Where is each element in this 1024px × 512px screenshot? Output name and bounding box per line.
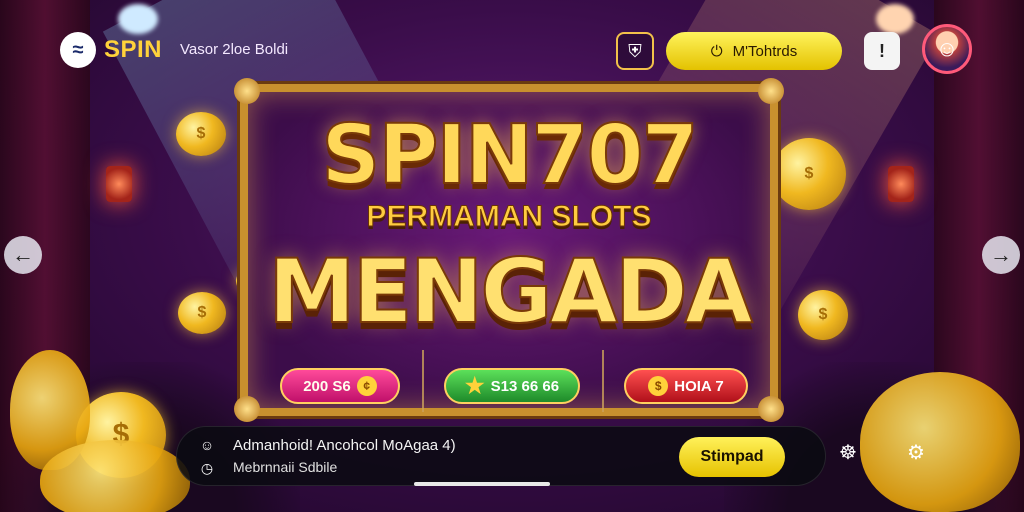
star-icon: ★	[464, 373, 485, 398]
frame-ornament	[234, 396, 260, 422]
coin-icon: $	[178, 292, 226, 334]
badge-label: 200 S6	[303, 377, 351, 395]
flower-right	[860, 372, 1020, 512]
coin-icon: $	[798, 290, 848, 340]
notification-title: Admanhoid! Ancohcol MoAgaa 4)	[233, 437, 456, 454]
avatar-icon: ☺	[935, 36, 959, 61]
bug-icon: ☸	[839, 441, 857, 464]
flower-left-petal	[40, 440, 190, 512]
avatar[interactable]: ☺	[922, 24, 972, 74]
frame-ornament	[758, 78, 784, 104]
coin-icon: $	[176, 112, 226, 156]
header-cta-button[interactable]: ⏻ M'Tohtrds	[666, 32, 842, 70]
divider	[602, 350, 604, 412]
logo-text: SPIN	[104, 36, 163, 63]
banner-headline: MENGADA	[267, 239, 754, 344]
arrow-right-icon: →	[990, 242, 1012, 267]
coin-icon: $	[772, 138, 846, 210]
frame-ornament	[234, 78, 260, 104]
lantern-left	[106, 166, 132, 202]
spotlight-left	[118, 4, 158, 34]
bottom-notification-bar: ☺ ◷ Admanhoid! Ancohcol MoAgaa 4) Mebrnn…	[176, 426, 826, 486]
shield-check-button[interactable]: ⛨	[616, 32, 654, 70]
coin-icon: $	[648, 376, 669, 396]
bottom-icons: ☺ ◷	[197, 437, 217, 477]
next-arrow-button[interactable]: →	[982, 236, 1020, 274]
arrow-left-icon: ←	[12, 242, 34, 267]
header-cta-label: M'Tohtrds	[732, 42, 798, 60]
frame-ornament	[758, 396, 784, 422]
power-icon: ⏻	[710, 42, 723, 60]
coin-icon: ¢	[356, 376, 377, 396]
badge-label: S13 66 66	[490, 377, 560, 395]
badge-reward[interactable]: $ HOIA 7	[624, 368, 748, 404]
notification-action-button[interactable]: Stimpad	[679, 437, 785, 477]
home-indicator[interactable]	[414, 482, 550, 486]
clock-icon: ◷	[200, 460, 214, 476]
promo-banner[interactable]: SPIN707 PERMAMAN SLOTS MENGADA 200 S6 ¢ …	[234, 78, 784, 422]
header-tagline: Vasor 2loe Boldi	[180, 41, 289, 58]
lantern-right	[888, 166, 914, 202]
banner-title: SPIN707	[320, 107, 699, 204]
gear-icon: ⚙	[907, 441, 925, 464]
badge-bonus[interactable]: 200 S6 ¢	[280, 368, 400, 404]
alert-button[interactable]: !	[864, 32, 900, 70]
badge-jackpot[interactable]: ★ S13 66 66	[444, 368, 580, 404]
logo-icon: ≈	[60, 32, 96, 68]
badge-label: HOIA 7	[674, 377, 724, 395]
person-icon: ☺	[199, 437, 215, 453]
app-logo[interactable]: ≈ SPIN	[60, 32, 162, 68]
bug-button[interactable]: ☸	[830, 434, 866, 470]
alert-icon: !	[879, 40, 885, 61]
prev-arrow-button[interactable]: ←	[4, 236, 42, 274]
banner-subtitle: PERMAMAN SLOTS	[366, 200, 652, 234]
shield-check-icon: ⛨	[628, 40, 642, 61]
spotlight-right	[876, 4, 914, 34]
divider	[422, 350, 424, 412]
notification-subtitle: Mebrnnaii Sdbile	[233, 459, 338, 475]
settings-button[interactable]: ⚙	[898, 434, 934, 470]
